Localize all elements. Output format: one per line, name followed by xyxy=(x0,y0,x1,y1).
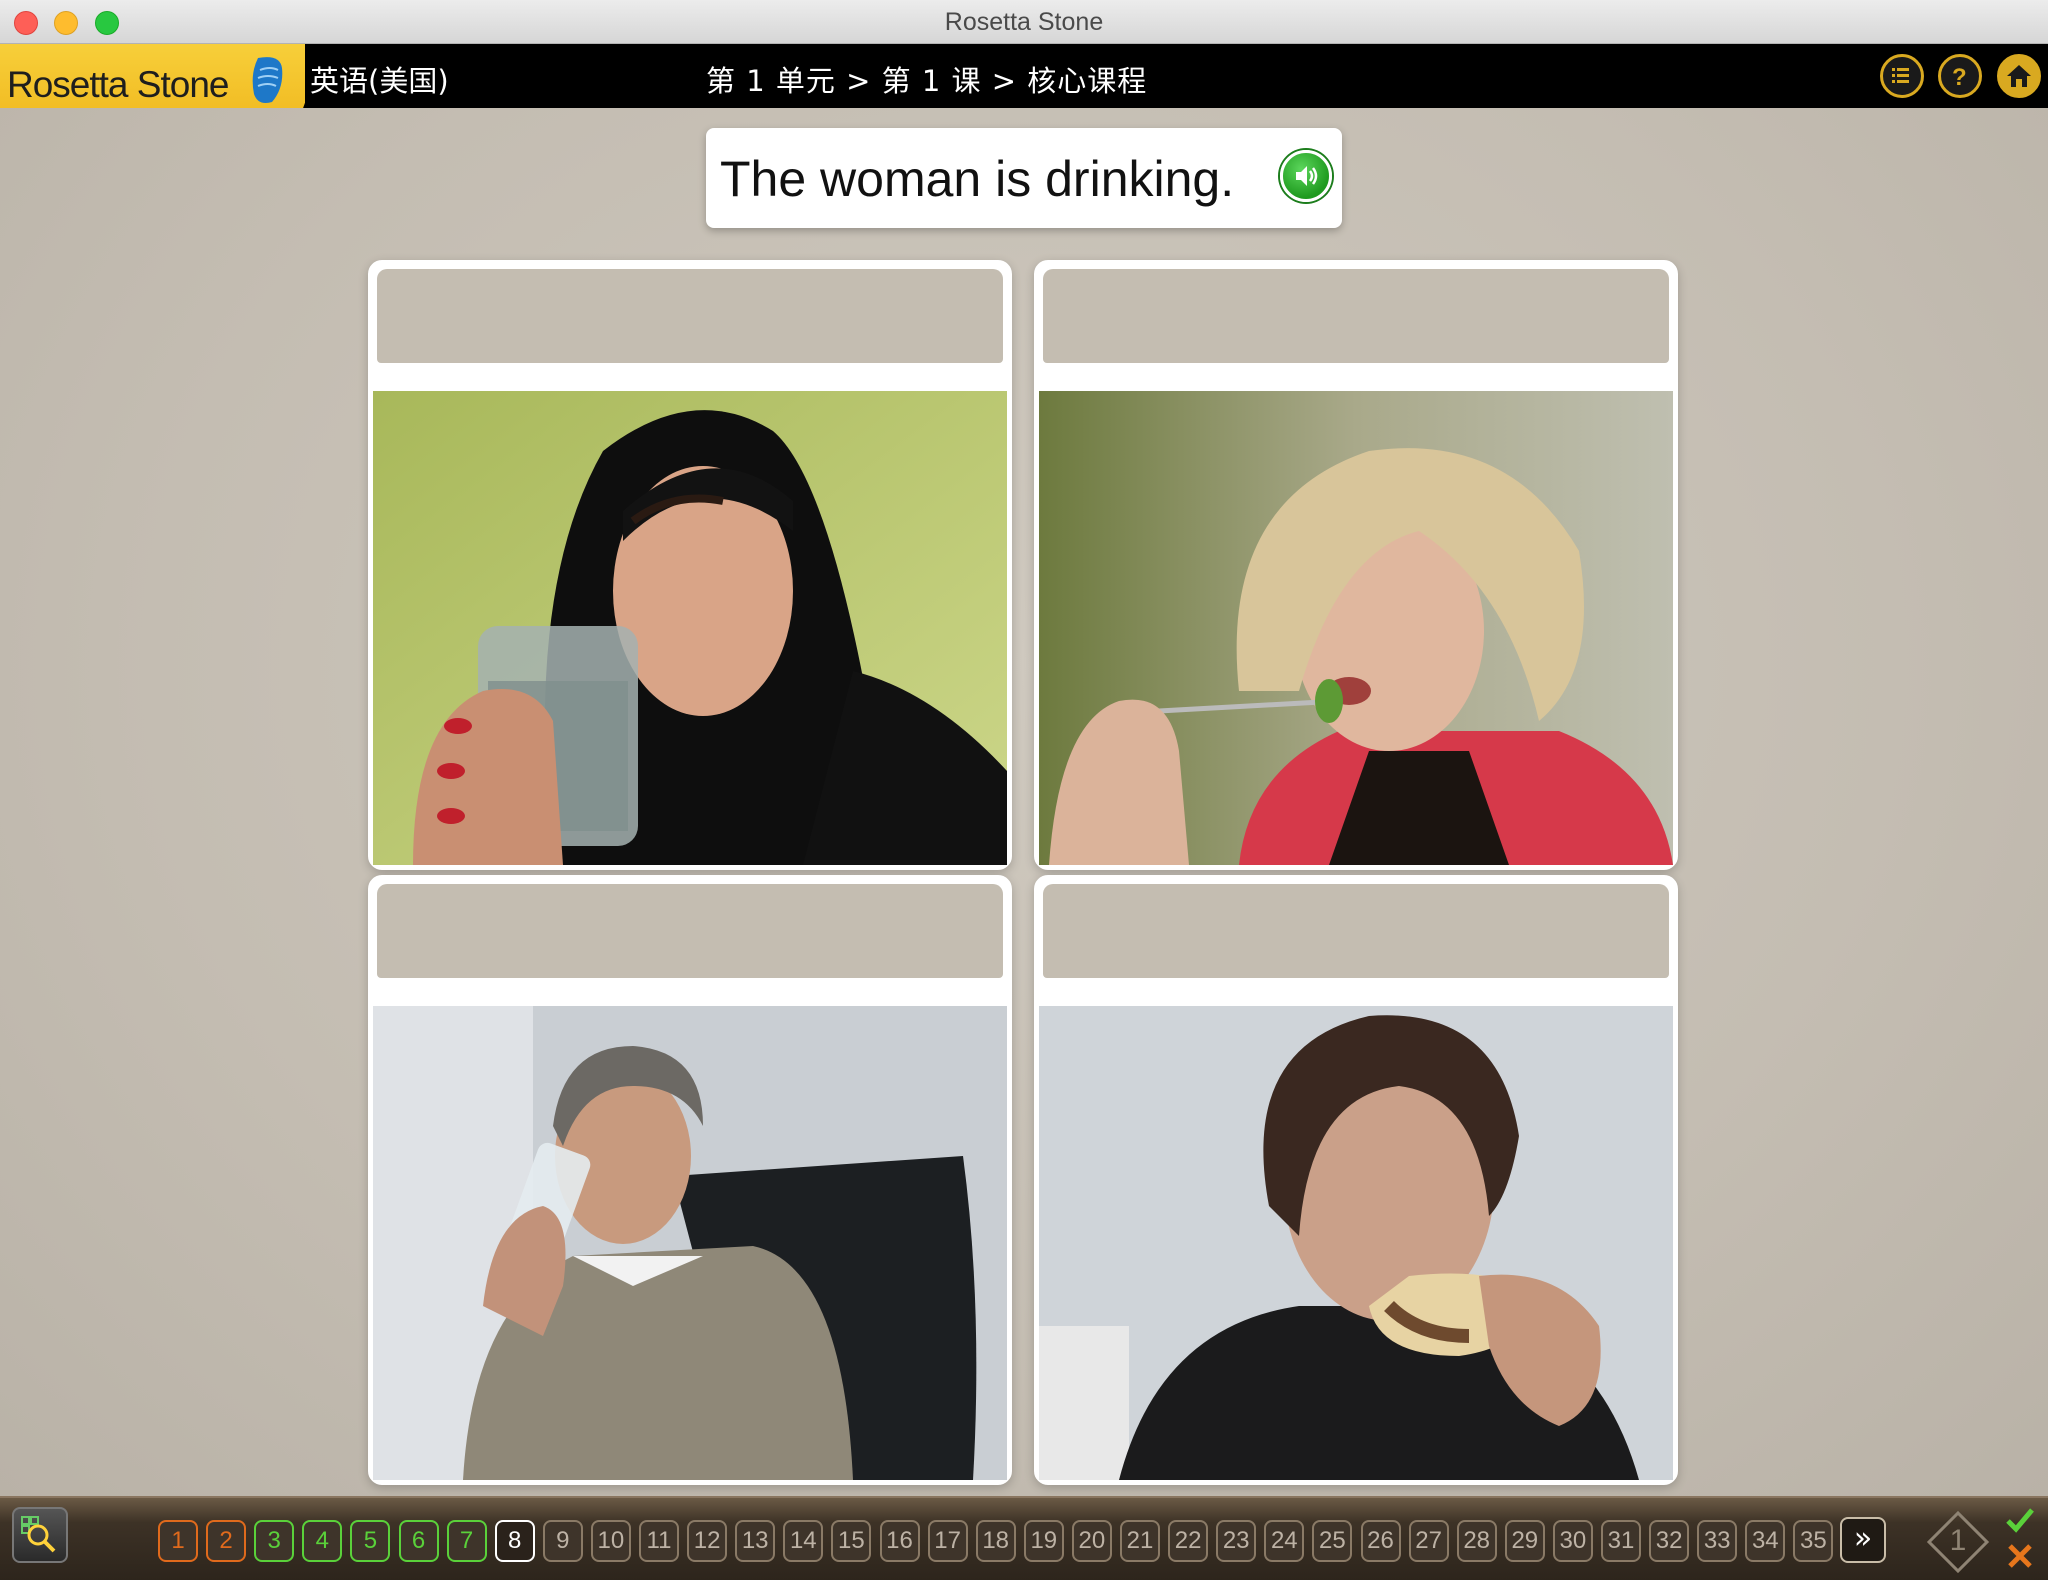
lesson-stage xyxy=(0,108,2048,1496)
page-button-12[interactable]: 12 xyxy=(687,1520,728,1562)
page-button-7[interactable]: 7 xyxy=(446,1520,487,1562)
page-button-9[interactable]: 9 xyxy=(542,1520,583,1562)
prompt-box: The woman is drinking. xyxy=(706,128,1342,228)
svg-text:?: ? xyxy=(1952,64,1967,91)
page-button-33[interactable]: 33 xyxy=(1697,1520,1738,1562)
photo-woman-eating xyxy=(1039,391,1673,865)
page-button-20[interactable]: 20 xyxy=(1071,1520,1112,1562)
screen-overview-button[interactable] xyxy=(12,1507,68,1563)
window-titlebar: Rosetta Stone xyxy=(0,0,2048,44)
photo-man-eating xyxy=(1039,1006,1673,1480)
page-button-23[interactable]: 23 xyxy=(1216,1520,1257,1562)
menu-list-icon[interactable] xyxy=(1880,54,1924,98)
page-button-14[interactable]: 14 xyxy=(783,1520,824,1562)
page-button-34[interactable]: 34 xyxy=(1745,1520,1786,1562)
breadcrumb: 第 1 单元 > 第 1 课 > 核心课程 xyxy=(706,64,1148,98)
page-button-5[interactable]: 5 xyxy=(350,1520,391,1562)
page-button-32[interactable]: 32 xyxy=(1649,1520,1690,1562)
logo-stone-icon xyxy=(252,57,283,103)
page-button-19[interactable]: 19 xyxy=(1023,1520,1064,1562)
attempt-count: 1 xyxy=(1949,1524,1967,1557)
page-button-29[interactable]: 29 xyxy=(1504,1520,1545,1562)
page-button-8[interactable]: 8 xyxy=(494,1520,535,1562)
answer-card-2[interactable] xyxy=(1034,260,1678,870)
rosetta-stone-logo: Rosetta Stone xyxy=(7,64,229,105)
page-button-6[interactable]: 6 xyxy=(398,1520,439,1562)
close-icon[interactable] xyxy=(2004,1540,2036,1572)
page-button-10[interactable]: 10 xyxy=(590,1520,631,1562)
answer-card-4[interactable] xyxy=(1034,875,1678,1485)
card-label xyxy=(1043,269,1669,363)
answer-card-1[interactable] xyxy=(368,260,1012,870)
prompt-text: The woman is drinking. xyxy=(720,151,1235,207)
page-button-4[interactable]: 4 xyxy=(302,1520,343,1562)
page-button-2[interactable]: 2 xyxy=(206,1520,247,1562)
page-button-28[interactable]: 28 xyxy=(1456,1520,1497,1562)
speaker-icon[interactable] xyxy=(1280,150,1332,202)
home-icon[interactable] xyxy=(1997,54,2041,98)
page-button-22[interactable]: 22 xyxy=(1168,1520,1209,1562)
photo-woman-drinking xyxy=(373,391,1007,865)
page-button-21[interactable]: 21 xyxy=(1120,1520,1160,1562)
next-page-button[interactable]: » xyxy=(1840,1517,1886,1563)
photo-man-drinking xyxy=(373,1006,1007,1480)
card-label xyxy=(1043,884,1669,978)
page-button-13[interactable]: 13 xyxy=(735,1520,776,1562)
help-icon[interactable]: ? xyxy=(1938,54,1982,98)
card-label xyxy=(377,269,1003,363)
page-button-26[interactable]: 26 xyxy=(1360,1520,1401,1562)
page-button-1[interactable]: 1 xyxy=(158,1520,198,1562)
page-button-16[interactable]: 16 xyxy=(879,1520,920,1562)
page-button-27[interactable]: 27 xyxy=(1408,1520,1449,1562)
card-label xyxy=(377,884,1003,978)
page-button-15[interactable]: 15 xyxy=(831,1520,872,1562)
page-button-18[interactable]: 18 xyxy=(975,1520,1016,1562)
page-button-3[interactable]: 3 xyxy=(254,1520,295,1562)
page-button-17[interactable]: 17 xyxy=(927,1520,968,1562)
check-icon[interactable] xyxy=(2004,1504,2036,1536)
page-button-35[interactable]: 35 xyxy=(1793,1520,1834,1562)
language-label[interactable]: 英语(美国) xyxy=(310,58,449,100)
answer-card-3[interactable] xyxy=(368,875,1012,1485)
page-button-30[interactable]: 30 xyxy=(1552,1520,1593,1562)
page-button-11[interactable]: 11 xyxy=(639,1520,679,1562)
page-button-31[interactable]: 31 xyxy=(1601,1520,1641,1562)
page-button-25[interactable]: 25 xyxy=(1312,1520,1353,1562)
window-title: Rosetta Stone xyxy=(944,8,1104,36)
page-button-24[interactable]: 24 xyxy=(1264,1520,1305,1562)
